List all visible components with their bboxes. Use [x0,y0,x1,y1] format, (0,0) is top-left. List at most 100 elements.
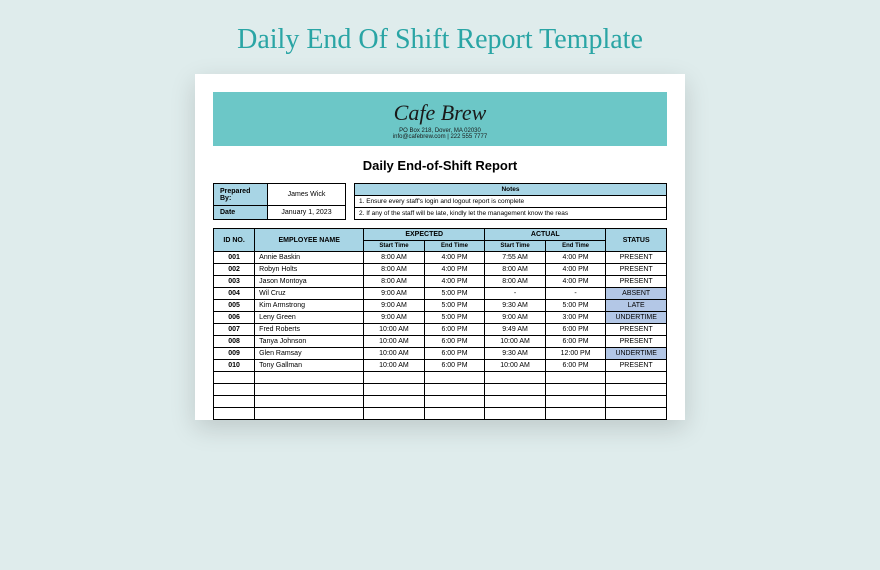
cell-expected-end: 5:00 PM [424,300,485,312]
table-row: 005Kim Armstrong9:00 AM5:00 PM9:30 AM5:0… [214,300,667,312]
cell-status: ABSENT [606,288,667,300]
cell-expected-end: 6:00 PM [424,336,485,348]
cell-expected-start: 9:00 AM [364,300,425,312]
cell-status: PRESENT [606,276,667,288]
table-row: 007Fred Roberts10:00 AM6:00 PM9:49 AM6:0… [214,324,667,336]
cell-actual-end: - [545,288,606,300]
cell-actual-start: 7:55 AM [485,252,546,264]
cell-id: 003 [214,276,255,288]
cell-expected-start: 10:00 AM [364,348,425,360]
cell-expected-start: 8:00 AM [364,252,425,264]
table-row: 003Jason Montoya8:00 AM4:00 PM8:00 AM4:0… [214,276,667,288]
cell-expected-start: 10:00 AM [364,336,425,348]
col-name: EMPLOYEE NAME [255,229,364,252]
cell-actual-start: 8:00 AM [485,276,546,288]
notes-table: Notes 1. Ensure every staff's login and … [354,183,667,220]
cell-actual-end: 3:00 PM [545,312,606,324]
cell-actual-start: 8:00 AM [485,264,546,276]
cell-actual-start: 9:30 AM [485,348,546,360]
cell-name: Glen Ramsay [255,348,364,360]
cell-status: PRESENT [606,264,667,276]
prepared-by-value: James Wick [268,184,346,206]
cell-status: PRESENT [606,324,667,336]
cell-actual-end: 6:00 PM [545,336,606,348]
table-row: 001Annie Baskin8:00 AM4:00 PM7:55 AM4:00… [214,252,667,264]
prepared-by-label: Prepared By: [214,184,268,206]
cell-id: 002 [214,264,255,276]
table-row: 006Leny Green9:00 AM5:00 PM9:00 AM3:00 P… [214,312,667,324]
cell-expected-end: 6:00 PM [424,324,485,336]
cell-actual-start: 9:30 AM [485,300,546,312]
cell-actual-end: 6:00 PM [545,324,606,336]
cell-expected-end: 4:00 PM [424,264,485,276]
col-actual-end: End Time [545,241,606,252]
cell-actual-start: 10:00 AM [485,336,546,348]
cell-id: 007 [214,324,255,336]
cell-id: 008 [214,336,255,348]
col-expected: EXPECTED [364,229,485,241]
col-status: STATUS [606,229,667,252]
cell-id: 005 [214,300,255,312]
cell-id: 009 [214,348,255,360]
cell-status: PRESENT [606,252,667,264]
cell-expected-end: 6:00 PM [424,360,485,372]
cell-name: Fred Roberts [255,324,364,336]
table-row-empty [214,396,667,408]
table-row-empty [214,372,667,384]
cell-expected-start: 10:00 AM [364,324,425,336]
table-row-empty [214,384,667,396]
col-actual: ACTUAL [485,229,606,241]
cell-status: UNDERTIME [606,312,667,324]
cell-name: Leny Green [255,312,364,324]
brand-contact: info@cafebrew.com | 222 555 7777 [213,134,667,140]
cell-status: LATE [606,300,667,312]
col-id: ID NO. [214,229,255,252]
date-label: Date [214,206,268,220]
cell-actual-end: 5:00 PM [545,300,606,312]
cell-expected-end: 4:00 PM [424,276,485,288]
cell-expected-end: 4:00 PM [424,252,485,264]
cell-name: Robyn Holts [255,264,364,276]
note-1: 1. Ensure every staff's login and logout… [355,196,667,208]
cell-expected-start: 9:00 AM [364,288,425,300]
date-value: January 1, 2023 [268,206,346,220]
cell-id: 010 [214,360,255,372]
cell-actual-start: - [485,288,546,300]
cell-name: Annie Baskin [255,252,364,264]
cell-id: 001 [214,252,255,264]
table-row: 009Glen Ramsay10:00 AM6:00 PM9:30 AM12:0… [214,348,667,360]
report-title: Daily End-of-Shift Report [213,158,667,173]
cell-expected-end: 5:00 PM [424,312,485,324]
cell-expected-end: 5:00 PM [424,288,485,300]
note-2: 2. If any of the staff will be late, kin… [355,208,667,220]
cell-expected-end: 6:00 PM [424,348,485,360]
cell-id: 006 [214,312,255,324]
cell-expected-start: 9:00 AM [364,312,425,324]
table-row: 004Wil Cruz9:00 AM5:00 PM--ABSENT [214,288,667,300]
cell-actual-end: 4:00 PM [545,252,606,264]
header-banner: Cafe Brew PO Box 218, Dover, MA 02030 in… [213,92,667,146]
col-expected-start: Start Time [364,241,425,252]
cell-actual-end: 4:00 PM [545,276,606,288]
meta-section: Prepared By: James Wick Date January 1, … [213,183,667,220]
page-title: Daily End Of Shift Report Template [237,24,643,56]
col-expected-end: End Time [424,241,485,252]
cell-name: Kim Armstrong [255,300,364,312]
cell-actual-start: 9:00 AM [485,312,546,324]
table-row: 008Tanya Johnson10:00 AM6:00 PM10:00 AM6… [214,336,667,348]
notes-header: Notes [355,184,667,196]
brand-name: Cafe Brew [213,100,667,126]
shift-table: ID NO. EMPLOYEE NAME EXPECTED ACTUAL STA… [213,228,667,420]
document-sheet: Cafe Brew PO Box 218, Dover, MA 02030 in… [195,74,685,420]
cell-name: Wil Cruz [255,288,364,300]
cell-name: Jason Montoya [255,276,364,288]
cell-id: 004 [214,288,255,300]
cell-name: Tony Gallman [255,360,364,372]
cell-expected-start: 8:00 AM [364,276,425,288]
cell-actual-end: 12:00 PM [545,348,606,360]
col-actual-start: Start Time [485,241,546,252]
cell-expected-start: 10:00 AM [364,360,425,372]
cell-status: PRESENT [606,360,667,372]
cell-actual-end: 6:00 PM [545,360,606,372]
cell-expected-start: 8:00 AM [364,264,425,276]
